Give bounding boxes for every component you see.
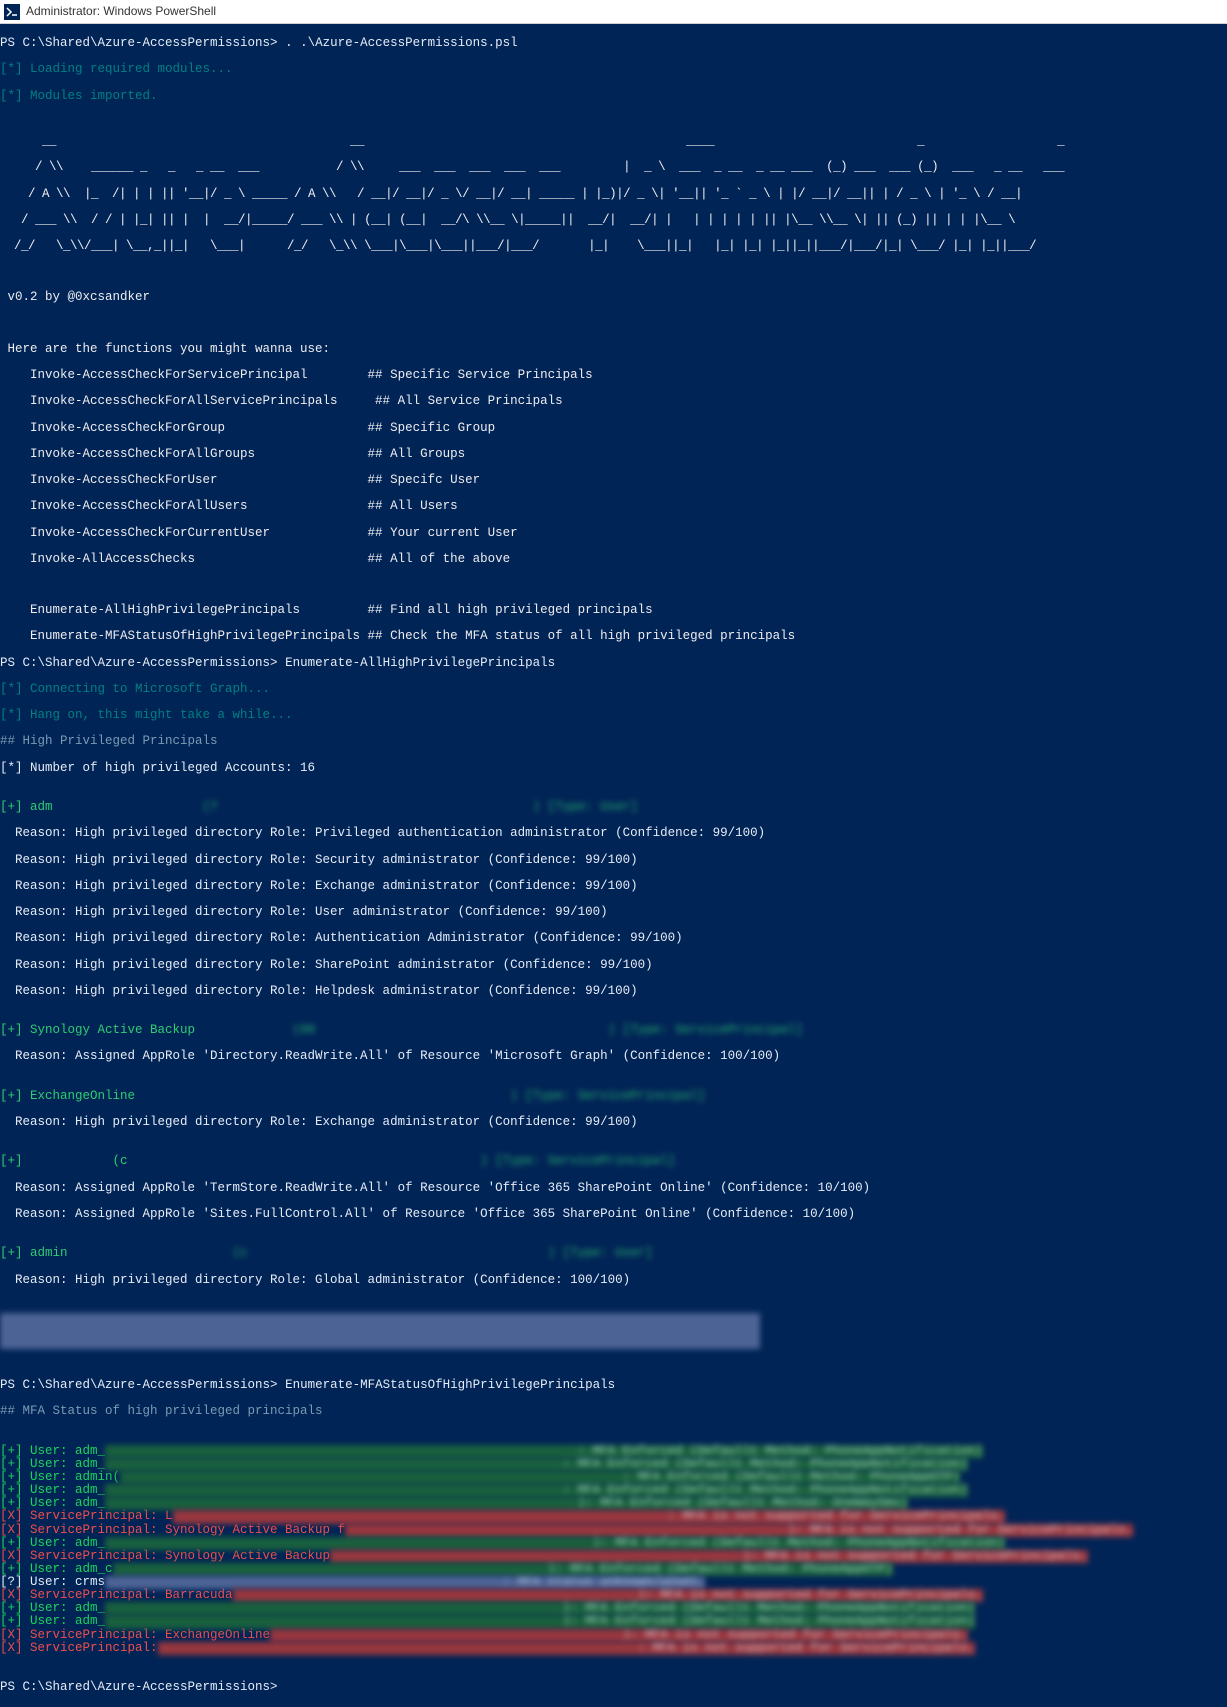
- fn-9: Enumerate-AllHighPrivilegePrincipals ## …: [0, 604, 1227, 617]
- fn-5: Invoke-AccessCheckForUser ## Specifc Use…: [0, 474, 1227, 487]
- ascii-banner-2: / \\ ______ _ _ _ __ ___ / \\ ___ ___ __…: [0, 161, 1227, 174]
- window-title-text: Administrator: Windows PowerShell: [26, 5, 216, 18]
- mfa-row-label: [+] User: admin(: [0, 1470, 120, 1484]
- fn-6: Invoke-AccessCheckForAllUsers ## All Use…: [0, 500, 1227, 513]
- mfa-row-detail: ): MFA is not supported for ServicePrinc…: [330, 1550, 1088, 1563]
- mfa-row-label: [X] ServicePrincipal: Synology Active Ba…: [0, 1523, 345, 1537]
- mfa-row-detail: ): MFA Enforced (Defaullt Method: PhoneA…: [105, 1537, 1005, 1550]
- p2-head-a: [+] Synology Active Backup: [0, 1023, 203, 1037]
- redacted: (c ) [Type: User]: [68, 1247, 653, 1260]
- mfa-row-label: [+] User: adm_: [0, 1536, 105, 1550]
- powershell-icon: [4, 4, 20, 20]
- functions-intro: Here are the functions you might wanna u…: [0, 343, 1227, 356]
- fn-4: Invoke-AccessCheckForAllGroups ## All Gr…: [0, 448, 1227, 461]
- mfa-row-detail: : MFA Enforced (Defaullt Method: PhoneAp…: [105, 1445, 983, 1458]
- mfa-row-label: [+] User: adm_c: [0, 1562, 113, 1576]
- ps-prompt: PS C:\Shared\Azure-AccessPermissions>: [0, 1680, 278, 1694]
- mfa-row-label: [+] User: adm_: [0, 1457, 105, 1471]
- p1-reason-7: Reason: High privileged directory Role: …: [0, 985, 1227, 998]
- ps-prompt: PS C:\Shared\Azure-AccessPermissions>: [0, 1378, 278, 1392]
- window-title-bar[interactable]: Administrator: Windows PowerShell: [0, 0, 1227, 24]
- p5-head-a: [+] admin: [0, 1246, 68, 1260]
- ascii-banner-3: / A \\ |_ /| | | || '__|/ _ \ _____ / A …: [0, 188, 1227, 201]
- connecting-graph: [*] Connecting to Microsoft Graph...: [0, 683, 1227, 696]
- p3-head-a: [+] ExchangeOnline: [0, 1089, 135, 1103]
- hang-on: [*] Hang on, this might take a while...: [0, 709, 1227, 722]
- command-1: . .\Azure-AccessPermissions.psl: [285, 36, 518, 50]
- version-line: v0.2 by @0xcsandker: [0, 291, 1227, 304]
- mfa-row-label: [X] ServicePrincipal: ExchangeOnline: [0, 1628, 270, 1642]
- p4-reason-2: Reason: Assigned AppRole 'Sites.FullCont…: [0, 1208, 1227, 1221]
- mfa-row-label: [+] User: adm_: [0, 1483, 105, 1497]
- mfa-title: ## MFA Status of high privileged princip…: [0, 1405, 1227, 1418]
- hp-count: [*] Number of high privileged Accounts: …: [0, 762, 1227, 775]
- command-2: Enumerate-AllHighPrivilegePrincipals: [285, 656, 555, 670]
- mfa-row-detail: : MFA is not supported for ServicePrinci…: [158, 1642, 976, 1655]
- mfa-status-list: [+] User: adm_ : MFA Enforced (Defaullt …: [0, 1445, 1227, 1655]
- mfa-row-label: [+] User: adm_: [0, 1601, 105, 1615]
- mfa-row-label: [X] ServicePrincipal: Barracuda: [0, 1588, 233, 1602]
- p4-head-a: [+] (c: [0, 1154, 128, 1168]
- p4-reason-1: Reason: Assigned AppRole 'TermStore.Read…: [0, 1182, 1227, 1195]
- p5-reason-1: Reason: High privileged directory Role: …: [0, 1274, 1227, 1287]
- p1-reason-5: Reason: High privileged directory Role: …: [0, 932, 1227, 945]
- p1-reason-6: Reason: High privileged directory Role: …: [0, 959, 1227, 972]
- mfa-row-detail: ): MFA Enforced (Defaullt Method: OneWay…: [105, 1497, 908, 1510]
- mfa-row-detail: : MFA Enforced (Defaullt Method: PhoneAp…: [120, 1471, 960, 1484]
- mfa-row-label: [?] User: crms: [0, 1575, 105, 1589]
- mfa-row-detail: ): MFA is not supported for ServicePrinc…: [270, 1629, 968, 1642]
- p2-reason-1: Reason: Assigned AppRole 'Directory.Read…: [0, 1050, 1227, 1063]
- fn-10: Enumerate-MFAStatusOfHighPrivilegePrinci…: [0, 630, 1227, 643]
- mfa-row-detail: : MFA Enforced (Defaullt Method: PhoneAp…: [105, 1484, 968, 1497]
- terminal-content[interactable]: PS C:\Shared\Azure-AccessPermissions> . …: [0, 24, 1227, 1707]
- ascii-banner-4: / ___ \\ / / | |_| || | | __/|_____/ ___…: [0, 214, 1227, 227]
- modules-imported: [*] Modules imported.: [0, 90, 1227, 103]
- hp-title: ## High Privileged Principals: [0, 735, 1227, 748]
- fn-8: Invoke-AllAccessChecks ## All of the abo…: [0, 553, 1227, 566]
- mfa-row-label: [+] User: adm_: [0, 1614, 105, 1628]
- ps-prompt: PS C:\Shared\Azure-AccessPermissions>: [0, 36, 278, 50]
- mfa-row-detail: ): MFA Enforced (Defaullt Method: PhoneA…: [105, 1615, 975, 1628]
- ascii-banner-1: __ __ ____ _ _: [0, 135, 1227, 148]
- mfa-row-label: [+] User: adm_: [0, 1496, 105, 1510]
- p3-reason-1: Reason: High privileged directory Role: …: [0, 1116, 1227, 1129]
- p1-reason-2: Reason: High privileged directory Role: …: [0, 854, 1227, 867]
- fn-2: Invoke-AccessCheckForAllServicePrincipal…: [0, 395, 1227, 408]
- redacted-block: [0, 1313, 760, 1349]
- mfa-row-detail: ): MFA Enforced (Defaullt Method: PhoneA…: [105, 1602, 975, 1615]
- fn-7: Invoke-AccessCheckForCurrentUser ## Your…: [0, 527, 1227, 540]
- fn-3: Invoke-AccessCheckForGroup ## Specific G…: [0, 422, 1227, 435]
- p1-reason-3: Reason: High privileged directory Role: …: [0, 880, 1227, 893]
- mfa-row-detail: ): MFA Enforced (Defaullt Method: PhoneA…: [113, 1563, 893, 1576]
- redacted: (7 ) [Type: User]: [53, 801, 638, 814]
- mfa-row-label: [X] ServicePrincipal: L: [0, 1509, 173, 1523]
- mfa-row-detail: : MFA status unknown/unset.: [105, 1576, 705, 1589]
- command-3: Enumerate-MFAStatusOfHighPrivilegePrinci…: [285, 1378, 615, 1392]
- mfa-row-detail: : MFA is not supported for ServicePrinci…: [173, 1510, 1006, 1523]
- p1-reason-1: Reason: High privileged directory Role: …: [0, 827, 1227, 840]
- mfa-row-label: [+] User: adm_: [0, 1444, 105, 1458]
- mfa-row-label: [X] ServicePrincipal: Synology Active Ba…: [0, 1549, 330, 1563]
- mfa-row-detail: : MFA Enforced (Defaullt Method: PhoneAp…: [105, 1458, 968, 1471]
- p1-head-a: [+] adm: [0, 800, 53, 814]
- ps-prompt: PS C:\Shared\Azure-AccessPermissions>: [0, 656, 278, 670]
- redacted: ) [Type: ServicePrincipal]: [128, 1155, 676, 1168]
- loading-modules: [*] Loading required modules...: [0, 63, 1227, 76]
- p1-reason-4: Reason: High privileged directory Role: …: [0, 906, 1227, 919]
- redacted: ) [Type: ServicePrincipal]: [135, 1090, 705, 1103]
- mfa-row-detail: ): MFA is not supported for ServicePrinc…: [345, 1524, 1133, 1537]
- mfa-row-detail: ): MFA is not supported for ServicePrinc…: [233, 1589, 983, 1602]
- redacted: (08 ) [Type: ServicePrincipal]: [203, 1024, 803, 1037]
- mfa-row-label: [X] ServicePrincipal:: [0, 1641, 158, 1655]
- ascii-banner-5: /_/ \_\\/___| \__,_||_| \___| /_/ \_\\ \…: [0, 240, 1227, 253]
- fn-1: Invoke-AccessCheckForServicePrincipal ##…: [0, 369, 1227, 382]
